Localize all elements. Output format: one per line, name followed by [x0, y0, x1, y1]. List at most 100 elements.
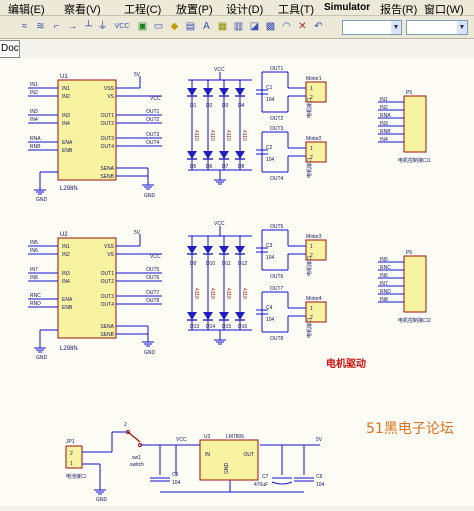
svg-text:电机控制接口2: 电机控制接口2: [398, 317, 431, 324]
diode-bridge-2[interactable]: D9 D10 D11 D12 D13 D14 D15 D16 4110 4110…: [186, 221, 252, 345]
connector-p6[interactable]: P6 IN5 RNC IN6 IN7 RND IN8 电机控制接口2: [378, 250, 431, 324]
ground-icon[interactable]: ⏚: [96, 20, 109, 33]
schematic-drawing: U1 L298N IN1 IN2 IN3 IN4 ENA ENB VSS VS …: [28, 66, 431, 503]
no-erc-icon[interactable]: ▤: [184, 20, 197, 33]
svg-text:VCC: VCC: [150, 254, 161, 260]
svg-text:IN8: IN8: [380, 297, 388, 303]
svg-text:SENB: SENB: [100, 332, 114, 338]
watermark: 51黑电子论坛: [366, 421, 454, 437]
svg-text:104: 104: [266, 255, 275, 261]
net-combo[interactable]: ▼: [406, 20, 468, 35]
svg-text:1: 1: [310, 306, 313, 312]
document-tab[interactable]: Doc: [0, 40, 20, 58]
motor-2[interactable]: 12 Motor2 C2 104 OUT3 OUT4 电机接口: [256, 126, 327, 182]
menu-view[interactable]: 察看(V): [64, 1, 101, 17]
net-label-icon[interactable]: ⌐: [50, 20, 63, 33]
bus-entry-icon[interactable]: ◪: [248, 20, 261, 33]
sheet-icon[interactable]: ▭: [152, 20, 165, 33]
diode-bridge-1[interactable]: D1 D2 D3 D4 D5 D6 D7 D8 4110 4110 4110 4…: [186, 67, 252, 185]
vcc-icon[interactable]: VCC: [112, 20, 132, 33]
svg-text:IN4: IN4: [62, 121, 70, 127]
svg-text:D8: D8: [238, 164, 245, 170]
motor-1[interactable]: 12 Motor1 C1 104 OUT1 OUT2 电机接口: [256, 66, 327, 122]
svg-text:OUT6: OUT6: [270, 274, 284, 280]
svg-text:SENA: SENA: [100, 166, 114, 172]
svg-text:IN2: IN2: [30, 90, 38, 96]
chip-ref: U1: [60, 74, 68, 80]
svg-text:RNA: RNA: [380, 113, 391, 119]
menu-tools[interactable]: 工具(T): [278, 1, 314, 17]
svg-text:GND: GND: [96, 497, 108, 503]
part-icon[interactable]: ▣: [136, 20, 149, 33]
svg-text:L298N: L298N: [60, 346, 78, 352]
svg-text:OUT3: OUT3: [146, 132, 160, 138]
svg-text:VS: VS: [107, 94, 114, 100]
svg-text:5V: 5V: [134, 72, 141, 78]
svg-text:4110: 4110: [193, 288, 199, 299]
motor-4[interactable]: 12 Motor4 C4 104 OUT7 OUT8 电机接口: [256, 286, 327, 342]
wire-tool-icon[interactable]: ≈: [18, 20, 31, 33]
undo-icon[interactable]: ↶: [312, 20, 325, 33]
svg-text:ENB: ENB: [62, 305, 73, 311]
svg-text:SENA: SENA: [100, 324, 114, 330]
chevron-down-icon: ▼: [391, 21, 401, 34]
svg-text:电机接口: 电机接口: [306, 98, 313, 118]
svg-text:4110: 4110: [241, 130, 247, 141]
svg-text:D2: D2: [206, 103, 213, 109]
junction-icon[interactable]: ◆: [168, 20, 181, 33]
arc-icon[interactable]: ◠: [280, 20, 293, 33]
svg-text:5V: 5V: [134, 230, 141, 236]
svg-text:IN2: IN2: [62, 94, 70, 100]
svg-text:IN3: IN3: [62, 113, 70, 119]
section-title: 电机驱动: [326, 359, 366, 370]
svg-text:电机接口: 电机接口: [306, 256, 313, 276]
grid-icon[interactable]: ▥: [232, 20, 245, 33]
power-port-icon[interactable]: ┴: [82, 20, 95, 33]
menu-simulator[interactable]: Simulator: [324, 2, 370, 13]
chip-part: L298N: [60, 186, 78, 192]
svg-text:RNC: RNC: [380, 265, 391, 271]
connector-p5[interactable]: P5 IN1 IN2 RNA IN3 RNB IN4 电机控制接口1: [378, 90, 431, 164]
svg-text:D4: D4: [238, 103, 245, 109]
menu-place[interactable]: 放置(P): [176, 1, 213, 17]
svg-text:P5: P5: [406, 90, 412, 96]
menu-project[interactable]: 工程(C): [124, 1, 161, 17]
chip-u2[interactable]: U2 L298N IN1 IN2 IN3 IN4 ENA ENB VSS VS …: [28, 230, 162, 361]
schematic-canvas[interactable]: U1 L298N IN1 IN2 IN3 IN4 ENA ENB VSS VS …: [0, 58, 474, 506]
chip-u1[interactable]: U1 L298N IN1 IN2 IN3 IN4 ENA ENB VSS VS …: [28, 72, 162, 203]
port-icon[interactable]: →: [66, 20, 79, 33]
svg-text:GND: GND: [36, 197, 48, 203]
menu-edit[interactable]: 编辑(E): [8, 1, 45, 17]
svg-text:OUT3: OUT3: [101, 136, 115, 142]
menu-window[interactable]: 窗口(W): [424, 1, 464, 17]
svg-text:OUT7: OUT7: [146, 290, 160, 296]
svg-text:switch: switch: [130, 462, 144, 468]
svg-text:OUT7: OUT7: [270, 286, 284, 292]
line-icon[interactable]: ▦: [216, 20, 229, 33]
svg-text:D12: D12: [238, 261, 247, 267]
text-icon[interactable]: A: [200, 20, 213, 33]
svg-text:IN4: IN4: [380, 137, 388, 143]
svg-text:104: 104: [172, 480, 181, 486]
filter-combo[interactable]: ▼: [342, 20, 402, 35]
power-supply[interactable]: 2 1 JP1 电池接口 2 sw1 switch U3 LM7805 IN OU…: [65, 422, 325, 503]
svg-text:RNC: RNC: [30, 293, 41, 299]
image-icon[interactable]: ▩: [264, 20, 277, 33]
svg-text:D16: D16: [238, 324, 247, 330]
motor-3[interactable]: 12 Motor3 C3 104 OUT5 OUT6 电机接口: [256, 224, 327, 280]
menu-reports[interactable]: 报告(R): [380, 1, 417, 17]
svg-text:470uF: 470uF: [254, 482, 268, 488]
svg-text:4110: 4110: [241, 288, 247, 299]
bus-tool-icon[interactable]: ≋: [34, 20, 47, 33]
svg-text:ENA: ENA: [62, 297, 73, 303]
svg-text:IN8: IN8: [30, 275, 38, 281]
svg-text:IN1: IN1: [30, 82, 38, 88]
menu-design[interactable]: 设计(D): [226, 1, 263, 17]
svg-text:VSS: VSS: [104, 244, 115, 250]
svg-text:5V: 5V: [316, 437, 323, 443]
schematic-toolbar: ≈ ≋ ⌐ → ┴ ⏚ VCC ▣ ▭ ◆ ▤ A ▦ ▥ ◪ ▩ ◠ ✕ ↶ …: [0, 16, 474, 39]
svg-text:OUT1: OUT1: [270, 66, 284, 72]
svg-text:D15: D15: [222, 324, 231, 330]
cross-icon[interactable]: ✕: [296, 20, 309, 33]
svg-text:OUT3: OUT3: [270, 126, 284, 132]
